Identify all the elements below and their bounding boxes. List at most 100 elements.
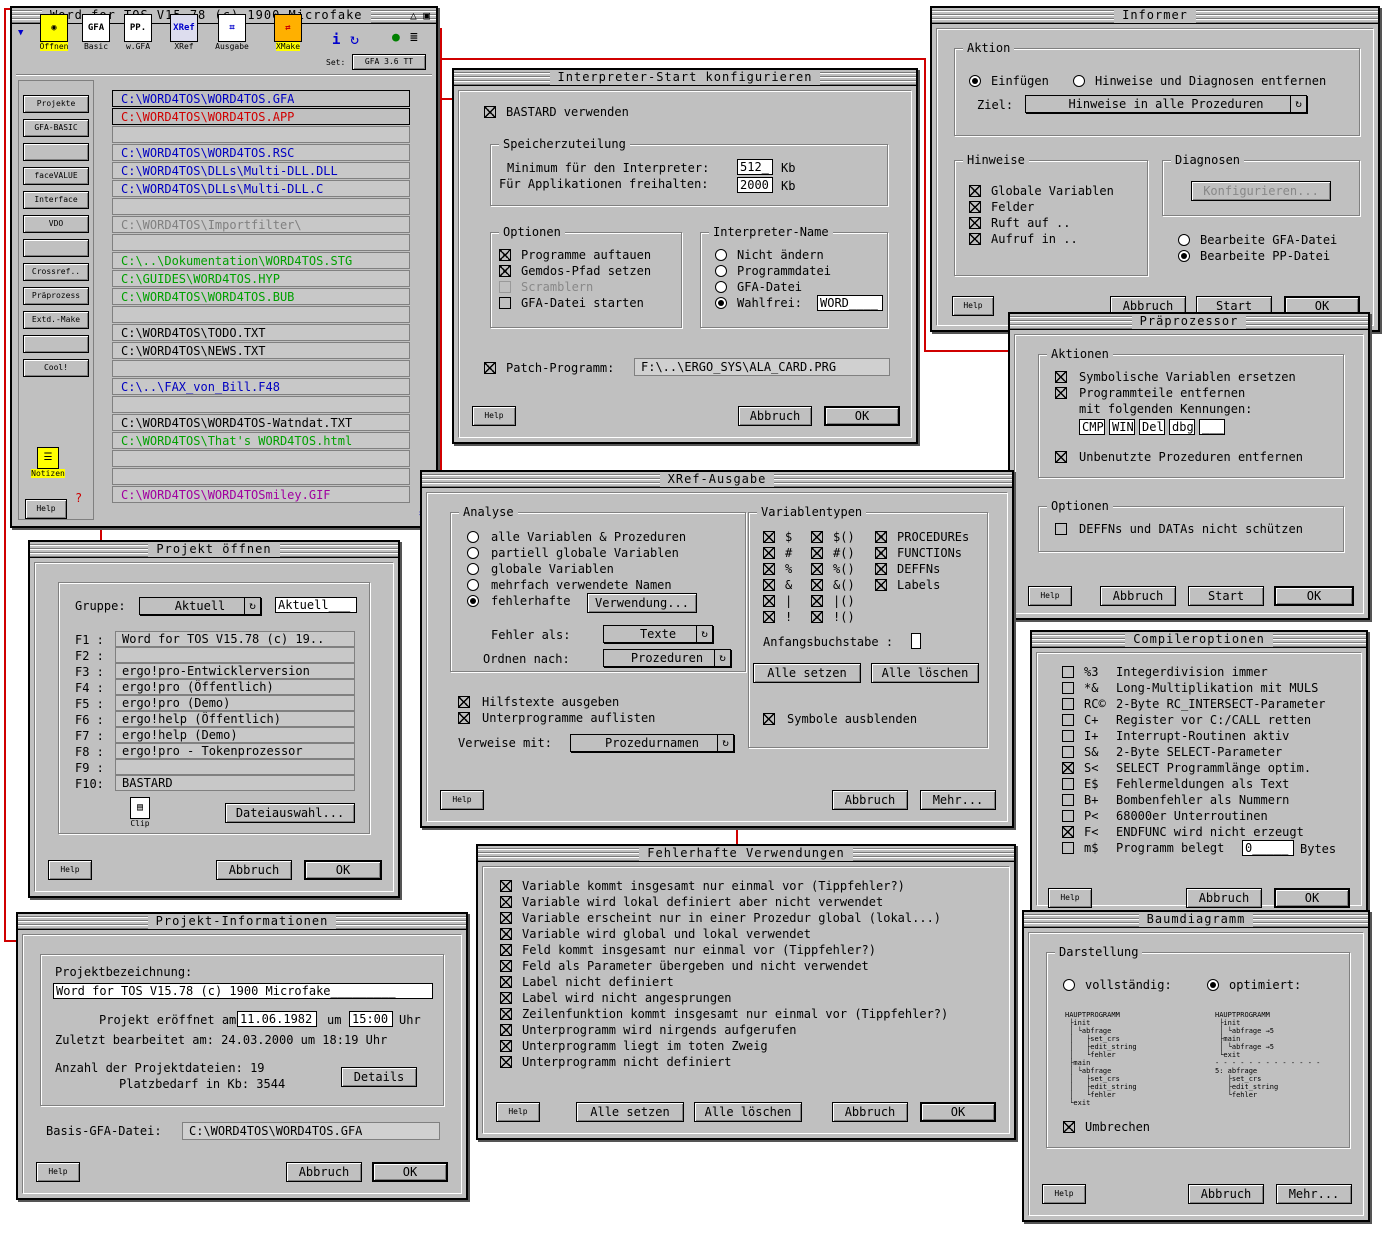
prae-cancel-button[interactable]: Abbruch	[1100, 586, 1176, 606]
vartype-checkbox[interactable]	[875, 547, 887, 559]
file-list-item[interactable]: C:\WORD4TOS\Importfilter\	[112, 216, 410, 233]
baum-cancel-button[interactable]: Abbruch	[1188, 1184, 1264, 1204]
fehler-alle-loeschen-button[interactable]: Alle löschen	[694, 1102, 802, 1122]
prae-help-button[interactable]: Help	[1028, 586, 1072, 606]
function-key-entry[interactable]: Word for TOS V15.78 (c) 19..	[115, 631, 355, 647]
side-praeprozess[interactable]: Präprozess	[23, 287, 89, 305]
analyse-alle-radio[interactable]	[467, 531, 479, 543]
bytes-field[interactable]: 0_____	[1242, 840, 1294, 856]
informer-help-button[interactable]: Help	[952, 296, 994, 316]
side-empty-3[interactable]	[23, 335, 89, 353]
analyse-global-radio[interactable]	[467, 563, 479, 575]
compiler-option-checkbox[interactable]	[1062, 810, 1074, 822]
projinfo-cancel-button[interactable]: Abbruch	[286, 1162, 362, 1182]
fehler-checkbox[interactable]	[500, 880, 512, 892]
hilfstexte-checkbox[interactable]	[458, 696, 470, 708]
baum-help-button[interactable]: Help	[1042, 1184, 1086, 1204]
gruppe-popup[interactable]: Aktuell ↻	[139, 597, 261, 615]
set-button[interactable]: GFA 3.6 TT	[352, 54, 426, 70]
fehler-checkbox[interactable]	[500, 1056, 512, 1068]
interp-titlebar[interactable]: Interpreter-Start konfigurieren	[454, 70, 916, 86]
file-list-item[interactable]	[112, 468, 410, 485]
bearbeite-gfa-radio[interactable]	[1178, 234, 1190, 246]
file-list-item[interactable]: C:\WORD4TOS\NEWS.TXT	[112, 342, 410, 359]
compiler-option-checkbox[interactable]	[1062, 826, 1074, 838]
key-cmp-field[interactable]: CMP	[1079, 419, 1105, 435]
fehler-checkbox[interactable]	[500, 976, 512, 988]
vartype-checkbox[interactable]	[811, 547, 823, 559]
file-list-item[interactable]: C:\WORD4TOS\WORD4TOSmiley.GIF	[112, 486, 410, 503]
fehler-checkbox[interactable]	[500, 912, 512, 924]
notizen-icon[interactable]: ☰ Notizen	[27, 447, 69, 478]
file-list-item[interactable]	[112, 126, 410, 143]
vartype-checkbox[interactable]	[811, 611, 823, 623]
side-facevalue[interactable]: faceVALUE	[23, 167, 89, 185]
bearbeite-pp-radio[interactable]	[1178, 250, 1190, 262]
key-dbg-field[interactable]: dbg	[1169, 419, 1195, 435]
compiler-titlebar[interactable]: Compileroptionen	[1032, 632, 1366, 648]
patch-checkbox[interactable]	[484, 362, 496, 374]
interp-cancel-button[interactable]: Abbruch	[738, 406, 812, 426]
tool-ausgabe[interactable]: ⌗ Ausgabe	[212, 14, 252, 56]
xref-titlebar[interactable]: XRef-Ausgabe	[422, 472, 1012, 488]
compiler-option-checkbox[interactable]	[1062, 698, 1074, 710]
date-field[interactable]: 11.06.1982	[237, 1011, 317, 1027]
alle-loeschen-button[interactable]: Alle löschen	[871, 663, 979, 683]
file-list-item[interactable]: C:\WORD4TOS\WORD4TOS-Watndat.TXT	[112, 414, 410, 431]
xref-cancel-button[interactable]: Abbruch	[832, 790, 908, 810]
fehler-help-button[interactable]: Help	[496, 1102, 540, 1122]
vartype-checkbox[interactable]	[763, 563, 775, 575]
fehler-titlebar[interactable]: Fehlerhafte Verwendungen	[478, 846, 1014, 862]
compiler-option-checkbox[interactable]	[1062, 714, 1074, 726]
alle-setzen-button[interactable]: Alle setzen	[753, 663, 861, 683]
file-list-item[interactable]: C:\WORD4TOS\WORD4TOS.APP	[112, 108, 410, 125]
fehler-checkbox[interactable]	[500, 944, 512, 956]
umbrechen-checkbox[interactable]	[1063, 1121, 1075, 1133]
free-field[interactable]: 2000	[737, 177, 773, 193]
informer-titlebar[interactable]: Informer	[932, 8, 1378, 24]
verweise-popup[interactable]: Prozedurnamen ↻	[570, 734, 734, 752]
file-list-item[interactable]	[112, 396, 410, 413]
gruppe-field[interactable]: Aktuell___	[275, 597, 357, 613]
compiler-option-checkbox[interactable]	[1062, 730, 1074, 742]
min-field[interactable]: 512_	[737, 159, 773, 175]
side-cool[interactable]: Cool!	[23, 359, 89, 377]
function-key-entry[interactable]: ergo!pro-Entwicklerversion	[115, 663, 355, 679]
h-global-checkbox[interactable]	[969, 185, 981, 197]
analyse-fehlerhaft-radio[interactable]	[467, 595, 479, 607]
projektbezeichnung-field[interactable]: Word for TOS V15.78 (c) 1900 Microfake__…	[53, 983, 433, 999]
bastard-checkbox[interactable]	[484, 106, 496, 118]
compiler-cancel-button[interactable]: Abbruch	[1186, 888, 1262, 908]
deffns-checkbox[interactable]	[1055, 523, 1067, 535]
file-list-item[interactable]: C:\WORD4TOS\That's WORD4TOS.html	[112, 432, 410, 449]
einfuegen-radio[interactable]	[969, 75, 981, 87]
tool-oeffnen[interactable]: ◉ Öffnen	[34, 14, 74, 56]
menu-arrow-icon[interactable]: ▼	[18, 28, 23, 38]
side-empty-1[interactable]	[23, 143, 89, 161]
unbenutzt-checkbox[interactable]	[1055, 451, 1067, 463]
time-field[interactable]: 15:00	[349, 1011, 393, 1027]
details-button[interactable]: Details	[341, 1067, 417, 1087]
progteile-checkbox[interactable]	[1055, 387, 1067, 399]
compiler-option-checkbox[interactable]	[1062, 794, 1074, 806]
vartype-checkbox[interactable]	[763, 531, 775, 543]
name-wahlfrei-radio[interactable]	[715, 297, 727, 309]
tool-xmake[interactable]: ⇄ XMake	[268, 14, 308, 56]
file-list-item[interactable]: C:\WORD4TOS\DLLs\Multi-DLL.C	[112, 180, 410, 197]
ziel-popup[interactable]: Hinweise in alle Prozeduren ↻	[1025, 95, 1307, 113]
key-win-field[interactable]: WIN	[1109, 419, 1135, 435]
vartype-checkbox[interactable]	[763, 595, 775, 607]
fuller-icon[interactable]: △ ▣	[410, 9, 430, 22]
file-list-item[interactable]	[112, 450, 410, 467]
file-list-item[interactable]: C:\..\Dokumentation\WORD4TOS.STG	[112, 252, 410, 269]
file-list-item[interactable]	[112, 198, 410, 215]
fehler-checkbox[interactable]	[500, 928, 512, 940]
name-gfa-radio[interactable]	[715, 281, 727, 293]
side-vdo[interactable]: VDO	[23, 215, 89, 233]
projopen-ok-button[interactable]: OK	[304, 860, 382, 880]
vartype-checkbox[interactable]	[811, 595, 823, 607]
side-empty-2[interactable]	[23, 239, 89, 257]
projinfo-ok-button[interactable]: OK	[372, 1162, 448, 1182]
key-del-field[interactable]: Del	[1139, 419, 1165, 435]
file-list-item[interactable]: C:\WORD4TOS\WORD4TOS.RSC	[112, 144, 410, 161]
